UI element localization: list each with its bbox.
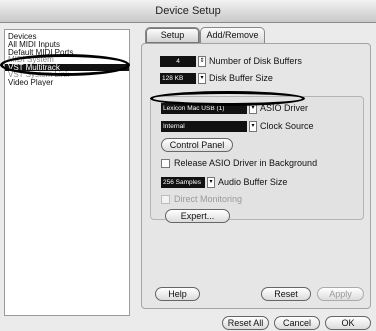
device-list[interactable]: Devices All MIDI Inputs Default MIDI Por… — [4, 29, 130, 316]
device-list-header: Devices — [8, 32, 37, 41]
tab-add-remove[interactable]: Add/Remove — [200, 27, 265, 43]
disk-buffer-size-value[interactable]: 128 KB — [160, 73, 196, 84]
device-item-vst-system-link[interactable]: VST System Link — [5, 71, 129, 79]
apply-button[interactable]: Apply — [317, 287, 364, 301]
direct-monitoring-checkbox[interactable] — [161, 195, 170, 204]
disk-buffers-label: Number of Disk Buffers — [209, 56, 302, 66]
release-driver-label: Release ASIO Driver in Background — [174, 158, 318, 168]
expert-button[interactable]: Expert... — [165, 209, 230, 223]
direct-monitoring-label: Direct Monitoring — [174, 194, 243, 204]
audio-buffer-size-label: Audio Buffer Size — [218, 177, 288, 187]
audio-buffer-size-value[interactable]: 256 Samples — [161, 177, 205, 188]
asio-driver-label: ASIO Driver — [260, 103, 309, 113]
window-title: Device Setup — [0, 0, 376, 23]
setup-panel: 4 ⇕ Number of Disk Buffers 128 KB ▾ Disk… — [141, 43, 371, 309]
release-driver-checkbox[interactable] — [161, 159, 170, 168]
ok-button[interactable]: OK — [325, 316, 371, 330]
cancel-button[interactable]: Cancel — [274, 316, 320, 330]
asio-driver-value[interactable]: Lexicon Mac USB (1) — [161, 103, 247, 114]
clock-source-dropdown-icon[interactable]: ▾ — [249, 121, 257, 132]
device-item-midi-system[interactable]: MIDI System — [5, 56, 129, 64]
clock-source-value[interactable]: Internal — [161, 121, 247, 132]
asio-settings-group: Lexicon Mac USB (1) ▾ ASIO Driver Intern… — [150, 96, 364, 223]
device-item-default-midi-ports[interactable]: Default MIDI Ports — [5, 49, 129, 57]
disk-buffers-stepper-icon[interactable]: ⇕ — [198, 56, 206, 67]
control-panel-button[interactable]: Control Panel — [161, 138, 233, 152]
reset-all-button[interactable]: Reset All — [222, 316, 269, 330]
device-item-all-midi-inputs[interactable]: All MIDI Inputs — [5, 41, 129, 49]
disk-buffer-size-dropdown-icon[interactable]: ▾ — [198, 73, 206, 84]
help-button[interactable]: Help — [155, 287, 200, 301]
disk-buffer-size-label: Disk Buffer Size — [209, 73, 273, 83]
device-item-vst-multitrack[interactable]: VST Multitrack — [5, 63, 129, 71]
asio-driver-dropdown-icon[interactable]: ▾ — [249, 103, 257, 114]
disk-buffers-value[interactable]: 4 — [160, 56, 196, 67]
tab-setup[interactable]: Setup — [145, 27, 200, 43]
clock-source-label: Clock Source — [260, 121, 314, 131]
device-item-video-player[interactable]: Video Player — [5, 79, 129, 87]
audio-buffer-size-dropdown-icon[interactable]: ▾ — [207, 177, 215, 188]
reset-button[interactable]: Reset — [261, 287, 311, 301]
